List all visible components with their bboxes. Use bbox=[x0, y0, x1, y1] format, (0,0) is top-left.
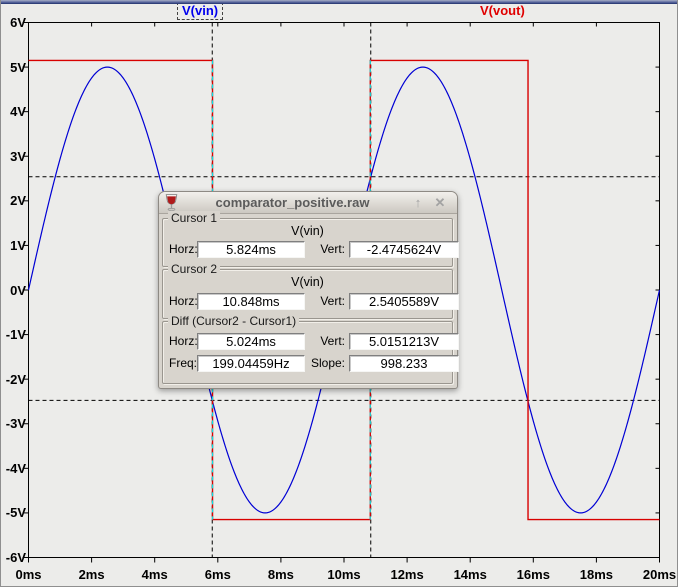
diff-horz-value[interactable]: 5.024ms bbox=[197, 333, 305, 350]
diff-vert-value[interactable]: 5.0151213V bbox=[349, 333, 459, 350]
shade-button[interactable]: ↑ bbox=[407, 195, 429, 210]
cursor1-group: Cursor 1 V(vin) Horz: 5.824ms Vert: -2.4… bbox=[162, 211, 459, 267]
wine-glass-icon bbox=[165, 194, 178, 211]
parent-window-titlebar-edge bbox=[0, 0, 678, 4]
legend-vin[interactable]: V(vin) bbox=[177, 2, 224, 20]
diff-freq-value[interactable]: 199.04459Hz bbox=[197, 355, 305, 372]
cursor2-group-title: Cursor 2 bbox=[168, 262, 221, 276]
cursor-dialog[interactable]: comparator_positive.raw ↑ ✕ Cursor 1 V(v… bbox=[158, 191, 459, 389]
cursor1-vert-value[interactable]: -2.4745624V bbox=[349, 241, 459, 258]
cursor-dialog-title: comparator_positive.raw bbox=[215, 195, 370, 210]
close-button[interactable]: ✕ bbox=[429, 195, 451, 211]
cursor2-horz-value[interactable]: 10.848ms bbox=[197, 293, 305, 310]
cursor2-vert-value[interactable]: 2.5405589V bbox=[349, 293, 459, 310]
diff-horz-label: Horz: bbox=[169, 334, 198, 348]
cursor2-signal: V(vin) bbox=[291, 275, 324, 289]
diff-vert-label: Vert: bbox=[320, 334, 345, 348]
cursor2-group: Cursor 2 V(vin) Horz: 10.848ms Vert: 2.5… bbox=[162, 262, 459, 319]
cursor2-horz-label: Horz: bbox=[169, 294, 198, 308]
diff-group-title: Diff (Cursor2 - Cursor1) bbox=[168, 314, 300, 328]
cursor1-horz-label: Horz: bbox=[169, 242, 198, 256]
cursor1-group-title: Cursor 1 bbox=[168, 211, 221, 225]
cursor1-signal: V(vin) bbox=[291, 224, 324, 238]
diff-freq-label: Freq: bbox=[169, 356, 198, 370]
diff-group: Diff (Cursor2 - Cursor1) Horz: 5.024ms V… bbox=[162, 314, 459, 384]
cursor1-horz-value[interactable]: 5.824ms bbox=[197, 241, 305, 258]
cursor1-vert-label: Vert: bbox=[320, 242, 345, 256]
diff-slope-label: Slope: bbox=[310, 356, 345, 370]
diff-slope-value[interactable]: 998.233 bbox=[349, 355, 459, 372]
legend-vout[interactable]: V(vout) bbox=[476, 2, 529, 20]
cursor2-vert-label: Vert: bbox=[320, 294, 345, 308]
